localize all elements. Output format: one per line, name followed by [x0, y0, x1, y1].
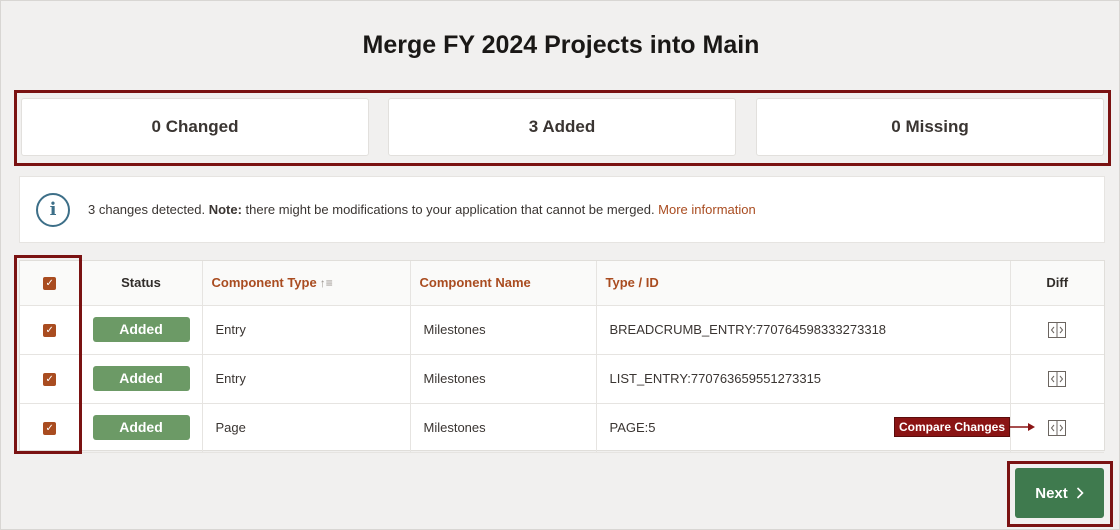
- table-header-row: ✓ Status Component Type ↑≡ Component Name…: [20, 261, 1104, 306]
- page-title: Merge FY 2024 Projects into Main: [362, 31, 760, 59]
- sort-ascending-icon[interactable]: ↑≡: [320, 276, 333, 290]
- type-id-column-header[interactable]: Type / ID: [596, 261, 1011, 306]
- compare-diff-icon[interactable]: [1048, 321, 1067, 338]
- next-button[interactable]: Next: [1015, 468, 1104, 518]
- info-message: 3 changes detected. Note: there might be…: [88, 202, 756, 217]
- chevron-right-icon: [1076, 487, 1084, 499]
- status-badge: Added: [92, 317, 190, 342]
- status-badge: Added: [92, 366, 190, 391]
- status-cell: Added: [80, 305, 203, 355]
- type-id-cell: BREADCRUMB_ENTRY:770764598333273318: [596, 305, 1011, 355]
- missing-count-card[interactable]: 0 Missing: [756, 98, 1104, 156]
- info-banner: i 3 changes detected. Note: there might …: [19, 176, 1105, 243]
- compare-diff-icon[interactable]: [1048, 370, 1067, 387]
- component-type-cell: Entry: [202, 354, 411, 404]
- diff-cell: [1010, 354, 1104, 404]
- diff-column-header: Diff: [1010, 261, 1104, 306]
- compare-changes-callout: Compare Changes: [894, 417, 1010, 437]
- next-button-label: Next: [1035, 484, 1068, 502]
- checkbox-column-highlight-box: [14, 255, 82, 454]
- info-text-after: there might be modifications to your app…: [241, 202, 659, 217]
- component-name-cell: Milestones: [410, 403, 597, 453]
- type-id-cell: LIST_ENTRY:770763659551273315: [596, 354, 1011, 404]
- component-type-cell: Page: [202, 403, 411, 453]
- compare-diff-icon[interactable]: [1048, 419, 1067, 436]
- status-badge: Added: [92, 415, 190, 440]
- component-name-cell: Milestones: [410, 305, 597, 355]
- info-note-label: Note:: [208, 202, 242, 217]
- diff-cell: [1010, 305, 1104, 355]
- table-row: ✓ Added Entry Milestones BREADCRUMB_ENTR…: [20, 305, 1104, 355]
- component-type-header-label: Component Type: [211, 275, 317, 291]
- changed-count-card[interactable]: 0 Changed: [21, 98, 369, 156]
- status-column-header[interactable]: Status: [80, 261, 203, 306]
- component-name-column-header[interactable]: Component Name: [410, 261, 597, 306]
- status-cell: Added: [80, 403, 203, 453]
- status-cell: Added: [80, 354, 203, 404]
- info-text-before: 3 changes detected.: [88, 202, 209, 217]
- info-icon: i: [36, 192, 70, 227]
- component-type-column-header[interactable]: Component Type ↑≡: [202, 261, 411, 306]
- table-row: ✓ Added Entry Milestones LIST_ENTRY:7707…: [20, 354, 1104, 404]
- added-count-card[interactable]: 3 Added: [388, 98, 736, 156]
- callout-arrow-icon: [1010, 423, 1035, 431]
- component-name-cell: Milestones: [410, 354, 597, 404]
- more-information-link[interactable]: More information: [658, 202, 756, 217]
- component-type-cell: Entry: [202, 305, 411, 355]
